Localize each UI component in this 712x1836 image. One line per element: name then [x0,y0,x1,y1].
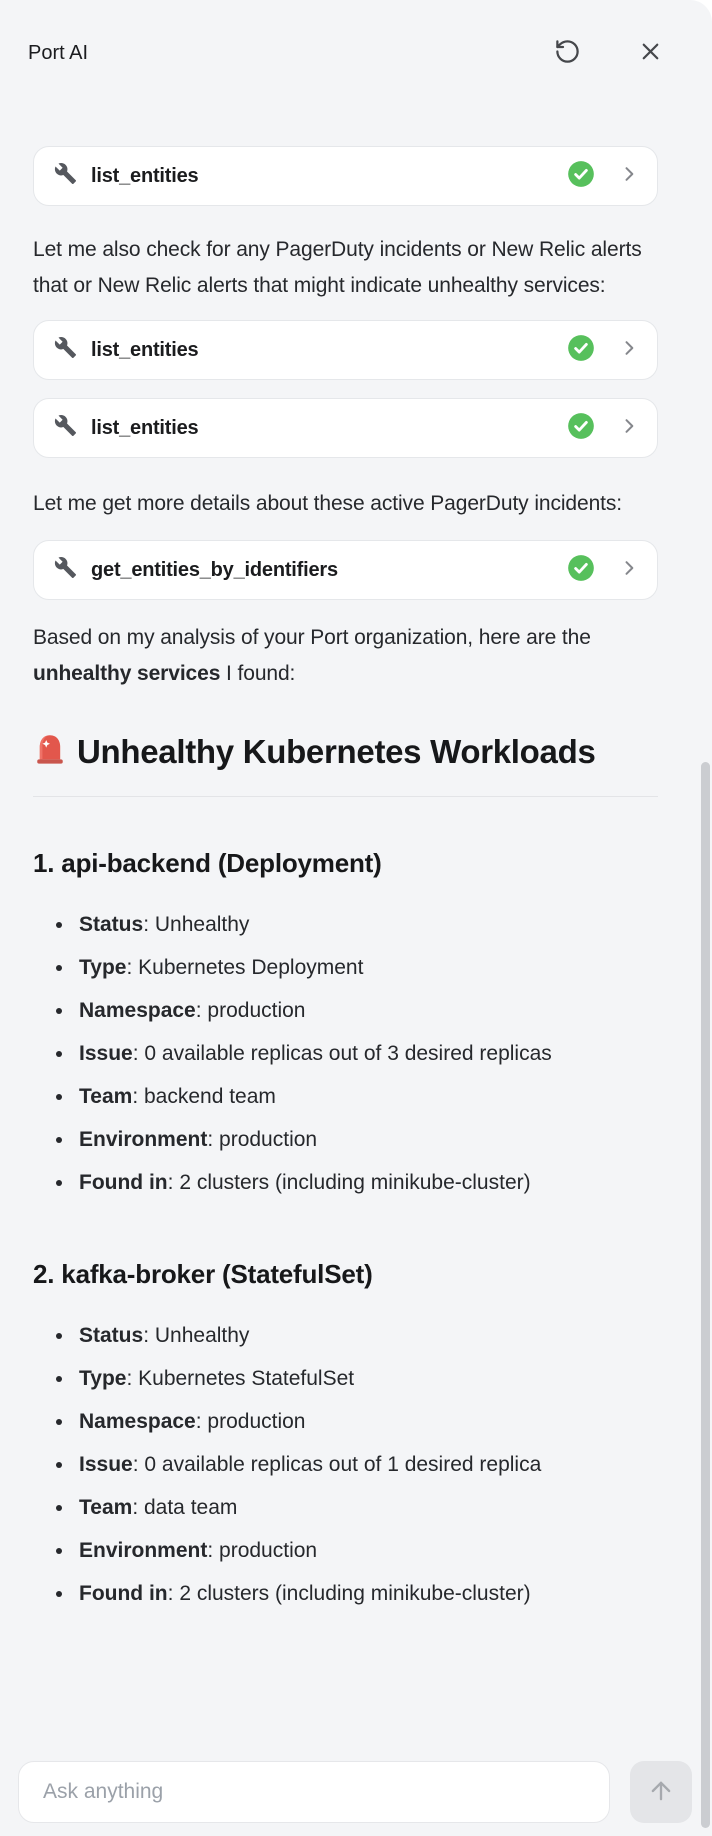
list-item: Issue: 0 available replicas out of 1 des… [75,1443,658,1486]
list-item: Type: Kubernetes Deployment [75,946,658,989]
wrench-icon [54,556,77,584]
siren-icon: 🚨 [33,731,67,778]
rotate-ccw-icon [554,38,581,68]
arrow-up-icon [647,1777,675,1808]
list-item: Team: backend team [75,1075,658,1118]
list-item: Status: Unhealthy [75,1314,658,1357]
chevron-right-icon [619,416,639,441]
list-item: Environment: production [75,1529,658,1572]
ask-anything-input[interactable] [18,1761,610,1823]
list-item: Found in: 2 clusters (including minikube… [75,1161,658,1204]
tool-call-card[interactable]: list_entities [33,398,658,458]
list-item: Type: Kubernetes StatefulSet [75,1357,658,1400]
assistant-message: Based on my analysis of your Port organi… [33,620,658,692]
port-ai-panel: Port AI list_entities [0,0,712,1836]
tool-call-label: list_entities [91,339,567,362]
refresh-button[interactable] [552,36,583,70]
wrench-icon [54,336,77,364]
list-item: Issue: 0 available replicas out of 3 des… [75,1032,658,1075]
markdown-h1: 🚨 Unhealthy Kubernetes Workloads [33,728,658,778]
assistant-message: Let me get more details about these acti… [33,486,658,522]
tool-call-label: list_entities [91,417,567,440]
assistant-message: Let me also check for any PagerDuty inci… [33,232,658,304]
markdown-h2: 1. api-backend (Deployment) [33,847,658,879]
tool-call-card[interactable]: get_entities_by_identifiers [33,540,658,600]
chevron-right-icon [619,338,639,363]
markdown-h2: 2. kafka-broker (StatefulSet) [33,1258,658,1290]
close-button[interactable] [635,36,666,70]
send-button[interactable] [630,1761,692,1823]
list-item: Status: Unhealthy [75,903,658,946]
wrench-icon [54,162,77,190]
success-check-icon [567,160,595,193]
wrench-icon [54,414,77,442]
divider [33,796,658,797]
chat-scroll-area: list_entities Let me also check for any … [0,70,712,1761]
list-item: Namespace: production [75,989,658,1032]
success-check-icon [567,334,595,367]
list-item: Found in: 2 clusters (including minikube… [75,1572,658,1615]
success-check-icon [567,412,595,445]
tool-call-card[interactable]: list_entities [33,320,658,380]
scrollbar-thumb[interactable] [701,762,710,1828]
tool-call-label: get_entities_by_identifiers [91,559,567,582]
tool-call-card[interactable]: list_entities [33,146,658,206]
list-item: Environment: production [75,1118,658,1161]
close-icon [637,38,664,68]
panel-title: Port AI [28,38,552,68]
list-item: Team: data team [75,1486,658,1529]
tool-call-label: list_entities [91,165,567,188]
chevron-right-icon [619,558,639,583]
panel-header: Port AI [0,0,712,70]
chevron-right-icon [619,164,639,189]
bullet-list: Status: Unhealthy Type: Kubernetes State… [33,1314,658,1615]
bold-text: unhealthy services [33,662,220,685]
composer [0,1761,712,1836]
list-item: Namespace: production [75,1400,658,1443]
success-check-icon [567,554,595,587]
bullet-list: Status: Unhealthy Type: Kubernetes Deplo… [33,903,658,1204]
